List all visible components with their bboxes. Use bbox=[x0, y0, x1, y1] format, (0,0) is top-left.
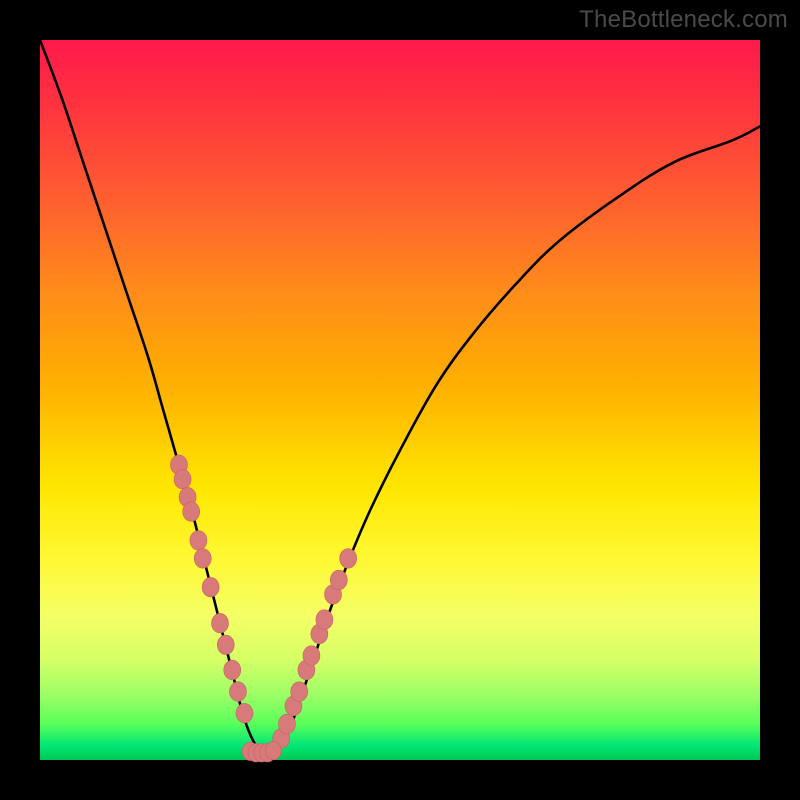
curve-marker bbox=[278, 714, 295, 734]
chart-frame: TheBottleneck.com bbox=[0, 0, 800, 800]
curve-marker bbox=[212, 613, 229, 633]
curve-marker bbox=[174, 469, 191, 489]
markers-right bbox=[273, 549, 357, 749]
curve-marker bbox=[236, 703, 253, 723]
curve-marker bbox=[202, 577, 219, 597]
watermark-text: TheBottleneck.com bbox=[579, 6, 788, 34]
curve-svg bbox=[40, 40, 760, 760]
curve-marker bbox=[190, 531, 207, 551]
markers-bottom bbox=[242, 741, 281, 762]
curve-marker bbox=[217, 635, 234, 655]
curve-marker bbox=[183, 502, 200, 522]
curve-marker bbox=[265, 741, 281, 759]
markers-left bbox=[170, 455, 253, 723]
plot-area bbox=[40, 40, 760, 760]
curve-marker bbox=[291, 682, 308, 702]
curve-marker bbox=[340, 549, 357, 569]
curve-marker bbox=[194, 549, 211, 569]
bottleneck-curve bbox=[40, 40, 760, 754]
curve-marker bbox=[303, 646, 320, 666]
curve-marker bbox=[230, 682, 247, 702]
curve-marker bbox=[330, 570, 347, 590]
curve-marker bbox=[224, 660, 241, 680]
curve-marker bbox=[316, 610, 333, 630]
